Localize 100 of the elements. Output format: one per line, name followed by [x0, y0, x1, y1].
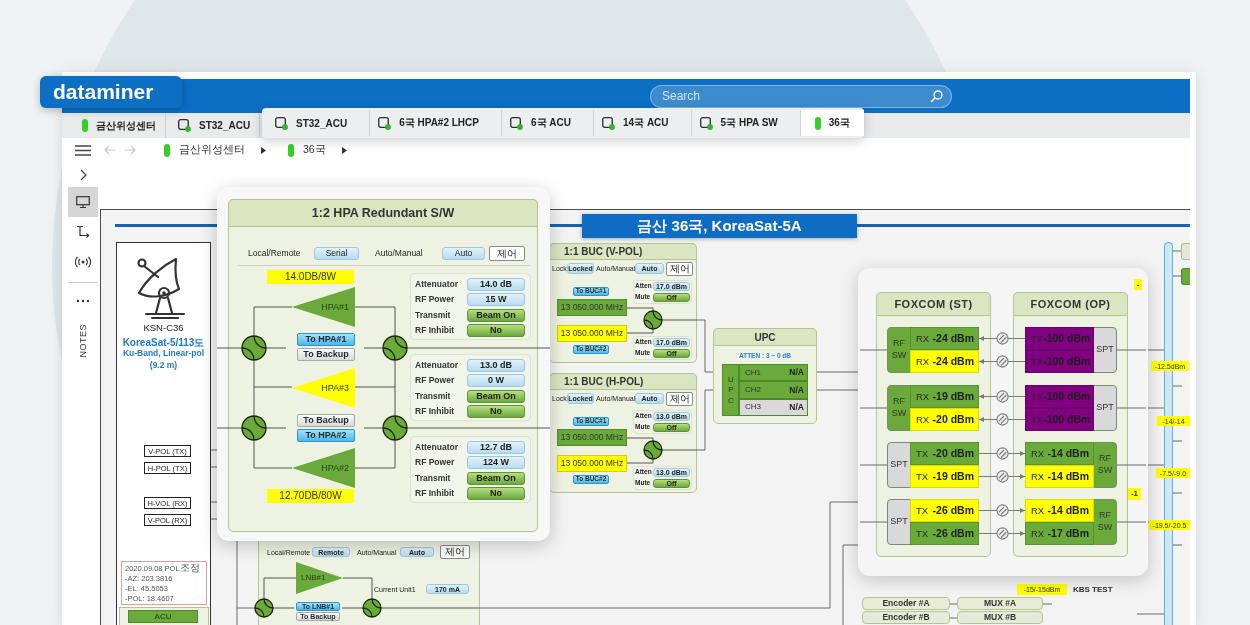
- rf-switch-block: RF SW: [887, 327, 911, 373]
- switch-button[interactable]: To Backup: [297, 348, 355, 361]
- arrow-line: [978, 417, 1026, 422]
- frequency-box: 13 050.000 MHz: [557, 325, 627, 342]
- parameter-label: RF Power: [415, 458, 455, 467]
- acu-button[interactable]: ACU: [128, 610, 198, 623]
- connector-line: [265, 347, 287, 349]
- connector-line: [265, 427, 287, 429]
- connector-line: [1136, 613, 1165, 615]
- parameter-label: Transmit: [415, 311, 451, 320]
- level-label: -1: [1128, 488, 1141, 500]
- control-button[interactable]: 제어: [666, 262, 693, 276]
- channel-label: CH3: [745, 403, 761, 412]
- power-reading: -14 dBm: [1047, 471, 1089, 482]
- tab[interactable]: 6국 HPA#2 LHCP: [370, 110, 502, 136]
- direction-label: RX: [1031, 505, 1045, 516]
- arrow-line: [978, 451, 1026, 456]
- output-label: 12.70DB/80W: [267, 489, 354, 503]
- connector-line: [626, 307, 654, 312]
- status-pill-icon: [164, 143, 170, 157]
- connector-line: [216, 427, 243, 429]
- splitter-block: SPT: [887, 442, 911, 488]
- monitor-icon: [76, 196, 90, 208]
- notes-tab[interactable]: NOTES: [78, 324, 88, 358]
- arrow-line: [978, 508, 1026, 513]
- control-button[interactable]: 제어: [489, 246, 525, 261]
- hatched-circle-icon: [995, 355, 1009, 368]
- connector-line: [1116, 521, 1147, 523]
- parameter-label: RF Inhibit: [415, 489, 455, 498]
- breadcrumb-link[interactable]: 36국: [303, 143, 326, 157]
- arrow-line: [978, 359, 1026, 364]
- tab[interactable]: 14국 ACU: [594, 110, 692, 136]
- switch-icon: [643, 310, 663, 330]
- parameter-value: Beam On: [467, 472, 525, 485]
- switch-button[interactable]: To Backup: [297, 414, 355, 427]
- frequency-box: 13 050.000 MHz: [557, 455, 627, 472]
- tab[interactable]: 금산위성센터: [70, 113, 166, 138]
- tab[interactable]: ST32_ACU: [166, 113, 261, 138]
- tab[interactable]: 5국 HPA SW: [691, 110, 801, 136]
- feed-label: KBS TEST: [1073, 586, 1113, 594]
- arrow-line: [978, 531, 1026, 536]
- parameter-label: RF Inhibit: [415, 407, 455, 416]
- mode-value: Auto: [442, 247, 485, 260]
- parameter-label: RF Inhibit: [415, 326, 455, 335]
- switch-button[interactable]: To HPA#1: [297, 333, 355, 346]
- connector-line: [859, 407, 888, 409]
- sidebar-button[interactable]: [68, 187, 98, 217]
- power-reading: -20 dBm: [932, 414, 974, 425]
- switch-icon: [382, 335, 408, 361]
- control-button[interactable]: 제어: [666, 392, 693, 406]
- mode-label: Local/Remote: [248, 249, 301, 258]
- control-button[interactable]: 제어: [440, 545, 470, 559]
- splitter-block: SPT: [887, 499, 911, 545]
- power-reading: -26 dBm: [932, 528, 974, 539]
- frequency-box: 13 050.000 MHz: [557, 299, 627, 316]
- tab[interactable]: 6국 ACU: [502, 110, 594, 136]
- parameter-value: 14.0 dB: [467, 278, 525, 291]
- encoder-block: Encoder #B: [862, 611, 950, 624]
- tab[interactable]: 36국: [800, 110, 864, 136]
- parameter-value: 0 W: [467, 374, 525, 387]
- direction-label: TX: [916, 448, 929, 459]
- parameter-label: Attenuator: [415, 443, 458, 452]
- connector-line: [253, 439, 293, 469]
- menu-icon[interactable]: [75, 144, 91, 156]
- direction-label: RX: [916, 356, 930, 367]
- direction-label: TX: [1031, 391, 1044, 402]
- breadcrumb-link[interactable]: 금산위성센터: [179, 143, 245, 157]
- switch-icon: [241, 415, 267, 441]
- direction-label: RX: [916, 391, 930, 402]
- parameter-value: 12.7 dB: [467, 441, 525, 454]
- panel-title: FOXCOM (OP): [1013, 292, 1128, 316]
- connector-line: [354, 306, 396, 337]
- caret-icon[interactable]: [341, 146, 347, 154]
- power-reading: -26 dBm: [932, 505, 974, 516]
- tab[interactable]: ST32_ACU: [267, 110, 371, 136]
- arrow-line: [978, 474, 1026, 479]
- antenna-detail: Ku-Band, Linear-pol: [122, 349, 205, 359]
- power-reading: -100 dBm: [1043, 391, 1091, 402]
- channel-label: CH2: [745, 385, 761, 394]
- search-icon: [930, 89, 943, 103]
- power-reading: -20 dBm: [932, 448, 974, 459]
- caret-icon[interactable]: [261, 146, 266, 154]
- splitter-block: SPT: [1093, 385, 1117, 431]
- direction-label: RX: [916, 414, 930, 425]
- connector-line: [949, 617, 958, 619]
- connector-line: [342, 577, 373, 600]
- connector-line: [1172, 492, 1183, 494]
- device-node: [1181, 268, 1190, 285]
- switch-button[interactable]: To HPA#2: [297, 429, 355, 442]
- switch-icon: [643, 440, 663, 460]
- connector-line: [363, 427, 384, 429]
- chevron-right-icon: [79, 168, 87, 181]
- power-reading: -24 dBm: [932, 356, 974, 367]
- status-pill-icon: [288, 143, 294, 157]
- direction-label: TX: [916, 471, 929, 482]
- connector-line: [363, 347, 384, 349]
- connector-line: [272, 607, 295, 609]
- connector-line: [1172, 250, 1182, 252]
- frequency-box: 13 050.000 MHz: [557, 429, 627, 446]
- mux-block: MUX #B: [957, 611, 1043, 624]
